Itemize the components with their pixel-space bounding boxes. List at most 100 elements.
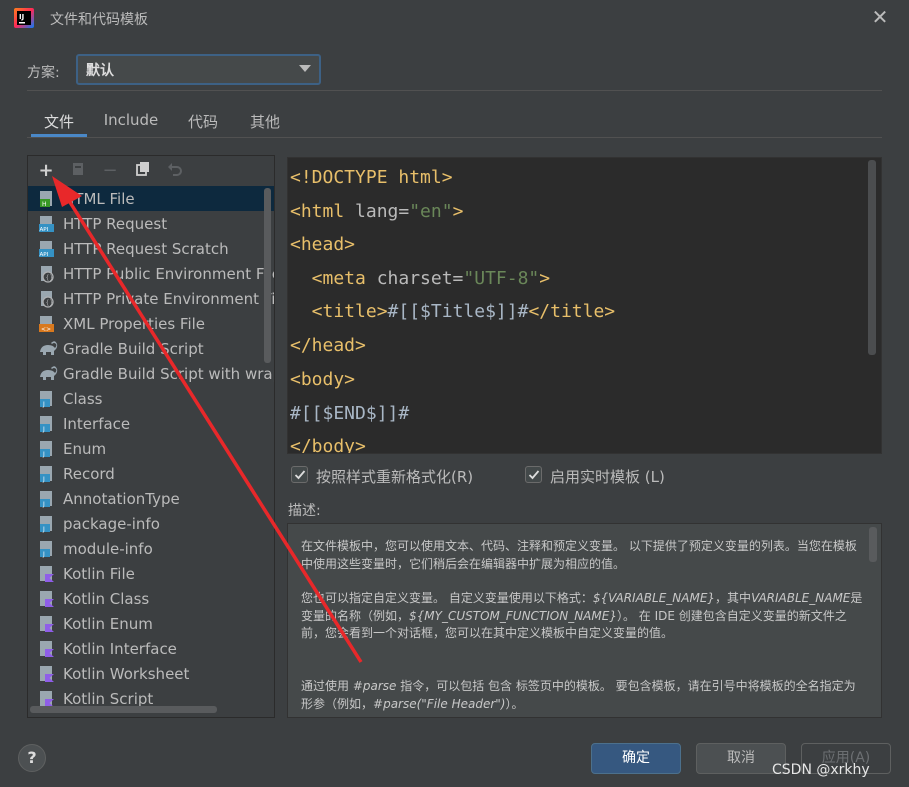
list-item-label: Interface bbox=[63, 415, 131, 433]
list-item[interactable]: J Interface bbox=[28, 411, 274, 436]
svg-text:API: API bbox=[40, 227, 49, 233]
description-paragraph: 通过使用 #parse 指令，可以包括 包含 标签页中的模板。 要包含模板，请在… bbox=[301, 679, 856, 711]
intellij-app-icon: IJ bbox=[14, 8, 34, 28]
gradle-icon bbox=[38, 340, 58, 358]
list-item[interactable]: Jmodule-info bbox=[28, 536, 274, 561]
svg-text:J: J bbox=[42, 476, 45, 483]
list-item-label: Kotlin Class bbox=[63, 590, 150, 608]
live-templates-checkbox[interactable] bbox=[525, 466, 542, 483]
list-item[interactable]: {} HTTP Public Environment File bbox=[28, 261, 274, 286]
help-button[interactable]: ? bbox=[18, 744, 46, 772]
list-item[interactable]: Kotlin Worksheet bbox=[28, 661, 274, 686]
http-api-icon: API bbox=[38, 215, 56, 233]
http-env-icon: {} bbox=[38, 265, 56, 283]
tab-files[interactable]: 文件 bbox=[31, 103, 87, 137]
java-file-icon: J bbox=[38, 515, 56, 533]
template-toolbar: + − bbox=[28, 156, 274, 186]
list-item[interactable]: Gradle Build Script with wrapper bbox=[28, 361, 274, 386]
list-item[interactable]: Kotlin Enum bbox=[28, 611, 274, 636]
code-line: #[[$END$]]# bbox=[290, 403, 410, 424]
tab-include[interactable]: Include bbox=[99, 103, 163, 137]
list-item-label: Kotlin Worksheet bbox=[63, 665, 190, 683]
chevron-down-icon bbox=[299, 65, 311, 72]
java-file-icon: J bbox=[38, 540, 56, 558]
list-item[interactable]: J AnnotationType bbox=[28, 486, 274, 511]
list-horizontal-scrollbar[interactable] bbox=[30, 706, 217, 713]
list-item[interactable]: Kotlin Interface bbox=[28, 636, 274, 661]
java-file-icon: J bbox=[38, 490, 56, 508]
list-item[interactable]: H HTML File bbox=[28, 186, 274, 211]
list-item-label: module-info bbox=[63, 540, 153, 558]
kotlin-file-icon bbox=[38, 565, 56, 583]
svg-text:J: J bbox=[42, 401, 45, 408]
list-item-label: HTTP Public Environment File bbox=[63, 265, 275, 283]
code-line: </head> bbox=[290, 335, 366, 356]
gradle-icon bbox=[38, 365, 58, 383]
tab-bar: 文件 Include 代码 其他 bbox=[27, 103, 882, 138]
kotlin-file-icon bbox=[38, 590, 56, 608]
list-item-label: Kotlin Enum bbox=[63, 615, 153, 633]
http-env-icon: {} bbox=[38, 290, 56, 308]
ok-button[interactable]: 确定 bbox=[591, 743, 681, 774]
list-item-label: Record bbox=[63, 465, 115, 483]
scheme-label: 方案: bbox=[27, 65, 60, 81]
list-item-label: HTML File bbox=[63, 190, 135, 208]
list-item-label: HTTP Request bbox=[63, 215, 168, 233]
svg-text:J: J bbox=[42, 451, 45, 458]
list-item-label: Gradle Build Script with wrapper bbox=[63, 365, 274, 383]
list-vertical-scrollbar[interactable] bbox=[264, 188, 271, 363]
description-paragraph: 您也可以指定自定义变量。 自定义变量使用以下格式：${VARIABLE_NAME… bbox=[301, 591, 863, 640]
reformat-label[interactable]: 按照样式重新格式化(R) bbox=[316, 466, 473, 487]
remove-icon[interactable]: − bbox=[100, 161, 120, 181]
code-line: </body> bbox=[290, 436, 366, 454]
undo-icon[interactable] bbox=[165, 161, 185, 181]
reformat-checkbox[interactable] bbox=[291, 466, 308, 483]
code-line: <!DOCTYPE html> bbox=[290, 167, 453, 188]
description-label: 描述: bbox=[288, 503, 321, 519]
list-item[interactable]: Kotlin File bbox=[28, 561, 274, 586]
list-item[interactable]: J Class bbox=[28, 386, 274, 411]
tab-code[interactable]: 代码 bbox=[179, 103, 227, 137]
title-bar: IJ 文件和代码模板 ✕ bbox=[0, 0, 909, 38]
list-item[interactable]: J Enum bbox=[28, 436, 274, 461]
list-item-label: XML Properties File bbox=[63, 315, 206, 333]
code-line: <title>#[[$Title$]]#</title> bbox=[290, 301, 616, 322]
list-item-label: Gradle Build Script bbox=[63, 340, 204, 358]
watermark: CSDN @xrkhy bbox=[772, 762, 870, 778]
list-item[interactable]: <> XML Properties File bbox=[28, 311, 274, 336]
list-item[interactable]: API HTTP Request Scratch bbox=[28, 236, 274, 261]
list-item[interactable]: {} HTTP Private Environment File bbox=[28, 286, 274, 311]
xml-icon: <> bbox=[38, 315, 56, 333]
tab-other[interactable]: 其他 bbox=[241, 103, 289, 137]
svg-text:IJ: IJ bbox=[19, 13, 24, 21]
svg-text:J: J bbox=[42, 526, 45, 533]
scheme-value: 默认 bbox=[86, 63, 114, 79]
description-scrollbar[interactable] bbox=[869, 527, 877, 562]
template-code-editor[interactable]: <!DOCTYPE html> <html lang="en"> <head> … bbox=[287, 157, 882, 454]
add-icon[interactable]: + bbox=[36, 161, 56, 181]
list-item-label: package-info bbox=[63, 515, 160, 533]
list-item-label: Enum bbox=[63, 440, 107, 458]
list-item-label: HTTP Request Scratch bbox=[63, 240, 229, 258]
list-item[interactable]: J Record bbox=[28, 461, 274, 486]
kotlin-file-icon bbox=[38, 665, 56, 683]
code-vertical-scrollbar[interactable] bbox=[868, 160, 876, 355]
template-list[interactable]: H HTML File API HTTP Request API HTTP Request… bbox=[28, 186, 274, 711]
close-icon[interactable]: ✕ bbox=[870, 7, 890, 27]
list-item-label: Class bbox=[63, 390, 103, 408]
list-item[interactable]: Kotlin Class bbox=[28, 586, 274, 611]
svg-text:J: J bbox=[42, 426, 45, 433]
list-item[interactable]: Gradle Build Script bbox=[28, 336, 274, 361]
svg-text:<>: <> bbox=[41, 326, 51, 333]
divider bbox=[27, 90, 882, 91]
list-item[interactable]: API HTTP Request bbox=[28, 211, 274, 236]
list-item[interactable]: Jpackage-info bbox=[28, 511, 274, 536]
scheme-dropdown[interactable]: 默认 bbox=[76, 54, 321, 85]
svg-text:{}: {} bbox=[46, 300, 54, 307]
code-line: <html lang="en"> bbox=[290, 201, 464, 222]
add-child-icon[interactable] bbox=[68, 161, 88, 181]
copy-icon[interactable] bbox=[133, 161, 153, 181]
live-templates-label[interactable]: 启用实时模板 (L) bbox=[550, 466, 665, 487]
description-panel[interactable]: 在文件模板中，您可以使用文本、代码、注释和预定义变量。 以下提供了预定义变量的列… bbox=[287, 523, 882, 718]
code-line: <head> bbox=[290, 234, 356, 255]
